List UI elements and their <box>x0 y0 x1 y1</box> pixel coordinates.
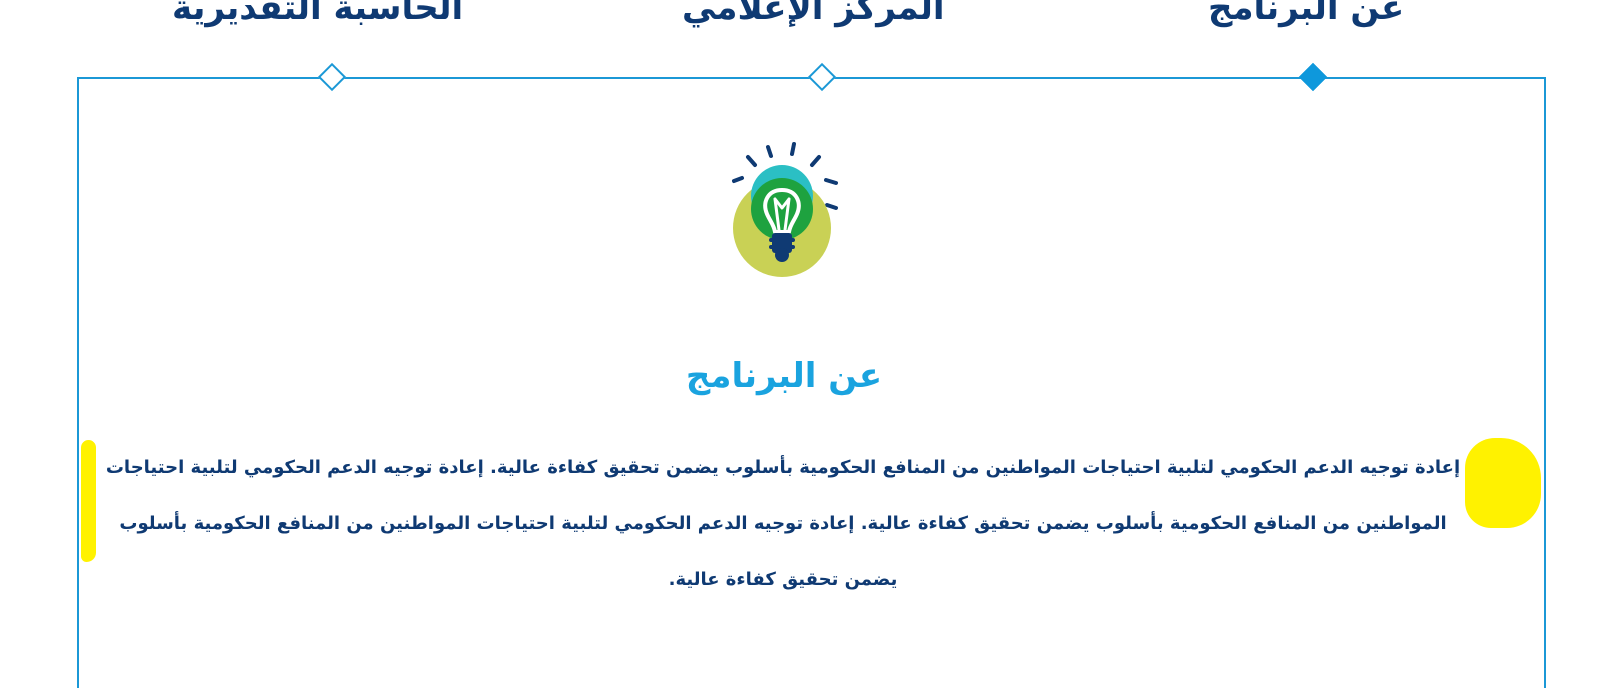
about-program-page: عن البرنامج المركز الإعلامي الحاسبة التق… <box>0 0 1598 688</box>
tab-about-program[interactable]: عن البرنامج <box>1208 0 1404 30</box>
section-description: إعادة توجيه الدعم الحكومي لتلبية احتياجا… <box>105 457 1461 590</box>
lightbulb-icon <box>720 138 846 280</box>
tab-estimate-calculator[interactable]: الحاسبة التقديرية <box>172 0 463 30</box>
yellow-highlight-mark <box>1465 438 1541 528</box>
section-title: عن البرنامج <box>685 356 883 396</box>
yellow-highlight-mark <box>81 440 96 562</box>
tab-media-center[interactable]: المركز الإعلامي <box>682 0 945 30</box>
